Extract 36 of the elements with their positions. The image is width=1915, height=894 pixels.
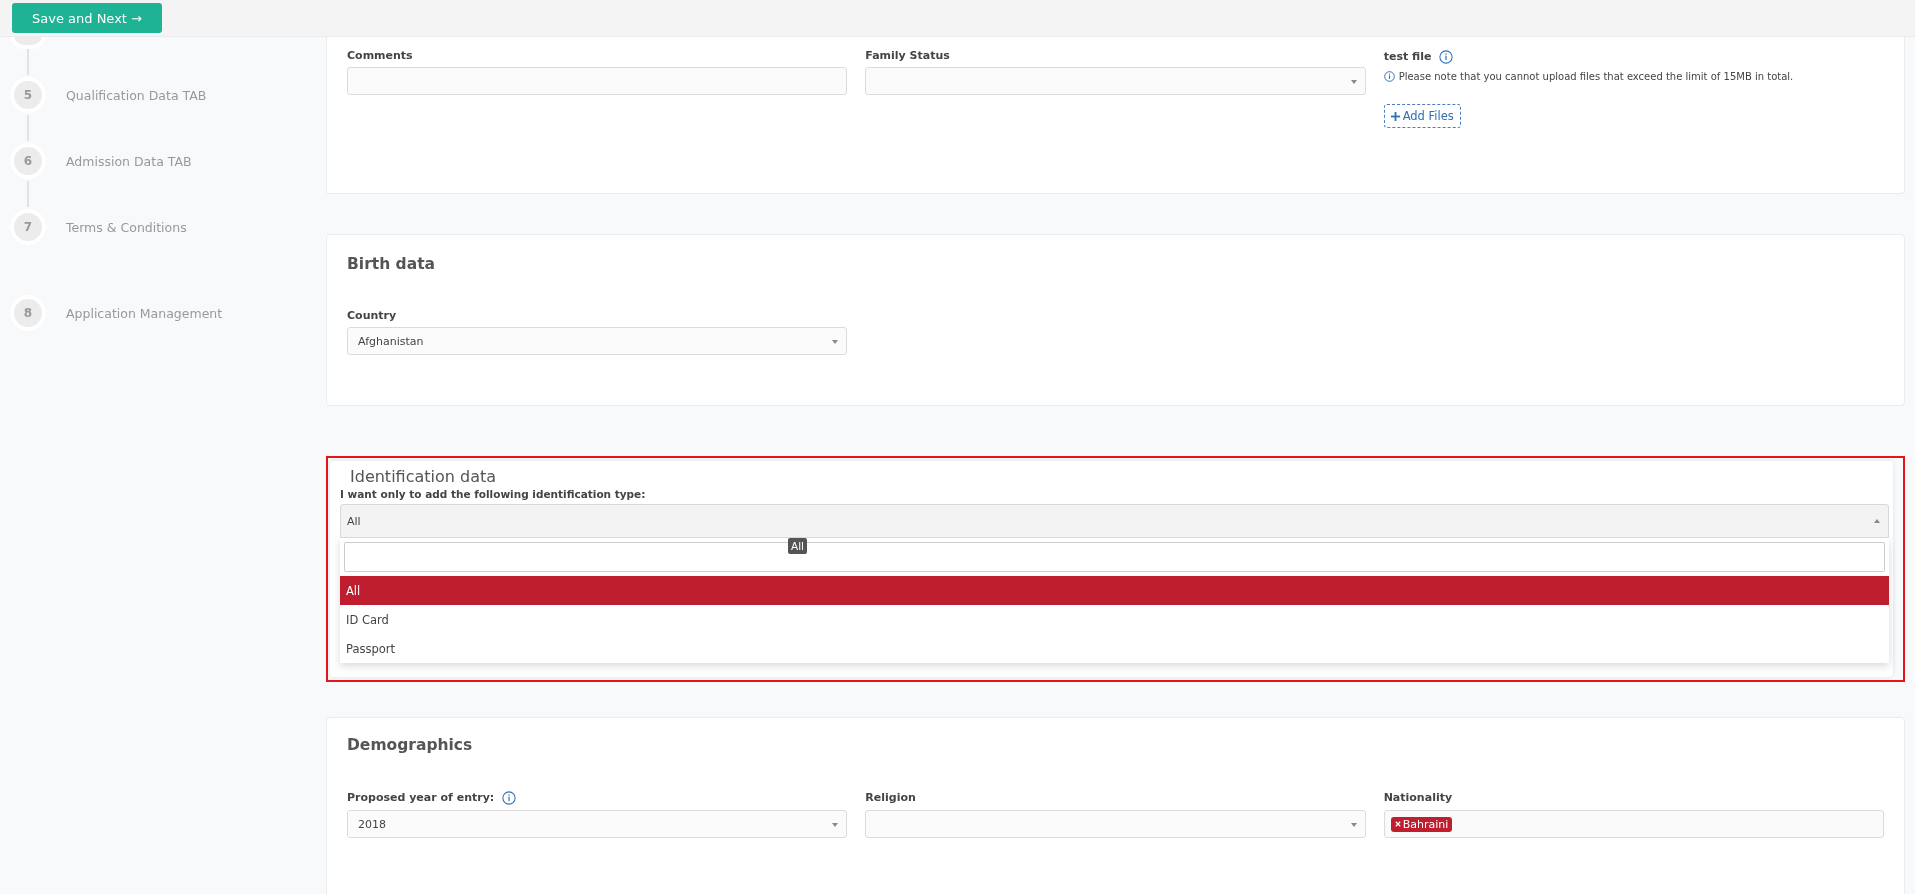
select-dropdown[interactable]: All — [340, 504, 1889, 538]
step-label[interactable]: Qualification Data TAB — [66, 87, 207, 103]
caret-icon — [1350, 823, 1357, 827]
select-dropdown[interactable]: 2018 — [347, 810, 848, 838]
info-icon[interactable] — [502, 790, 517, 805]
dropdown-option[interactable]: All — [340, 576, 1889, 605]
field-label: Nationality — [1383, 791, 1453, 804]
section-title: Demographics — [347, 736, 474, 754]
upload-note: Please note that you cannot upload files that exceed the limit of 15MB in total. — [1398, 71, 1794, 82]
tooltip: All — [788, 538, 808, 554]
dropdown-option[interactable]: ID Card — [340, 605, 1889, 634]
section-title: Birth data — [347, 255, 437, 273]
field-label: Family Status — [865, 49, 951, 62]
caret-icon — [832, 340, 839, 344]
info-icon — [1383, 71, 1395, 82]
step-label[interactable]: Application Management — [66, 305, 223, 321]
add-files-button[interactable]: Add Files — [1383, 104, 1461, 128]
field-label: I want only to add the following identification type: — [340, 488, 647, 500]
field-label: Religion — [865, 791, 916, 804]
plus-icon — [1390, 111, 1400, 121]
caret-icon — [1874, 519, 1880, 523]
field-label: Country — [347, 309, 398, 322]
step-label[interactable]: Terms & Conditions — [66, 219, 187, 235]
step-label[interactable]: Admission Data TAB — [66, 153, 192, 169]
field-label: Proposed year of entry: — [347, 791, 495, 804]
remove-icon[interactable] — [1394, 821, 1401, 827]
tag-chip[interactable]: Bahraini — [1390, 816, 1453, 832]
info-icon[interactable] — [1439, 49, 1454, 64]
field-label: Comments — [347, 49, 414, 62]
field-label: test file — [1383, 50, 1432, 63]
select-dropdown[interactable]: Afghanistan — [347, 327, 848, 355]
dropdown-option[interactable]: Passport — [340, 634, 1889, 663]
caret-icon — [1350, 80, 1357, 84]
caret-icon — [832, 823, 839, 827]
tag-input[interactable]: Bahraini — [1383, 810, 1884, 838]
section-title: Identification data — [350, 467, 498, 486]
